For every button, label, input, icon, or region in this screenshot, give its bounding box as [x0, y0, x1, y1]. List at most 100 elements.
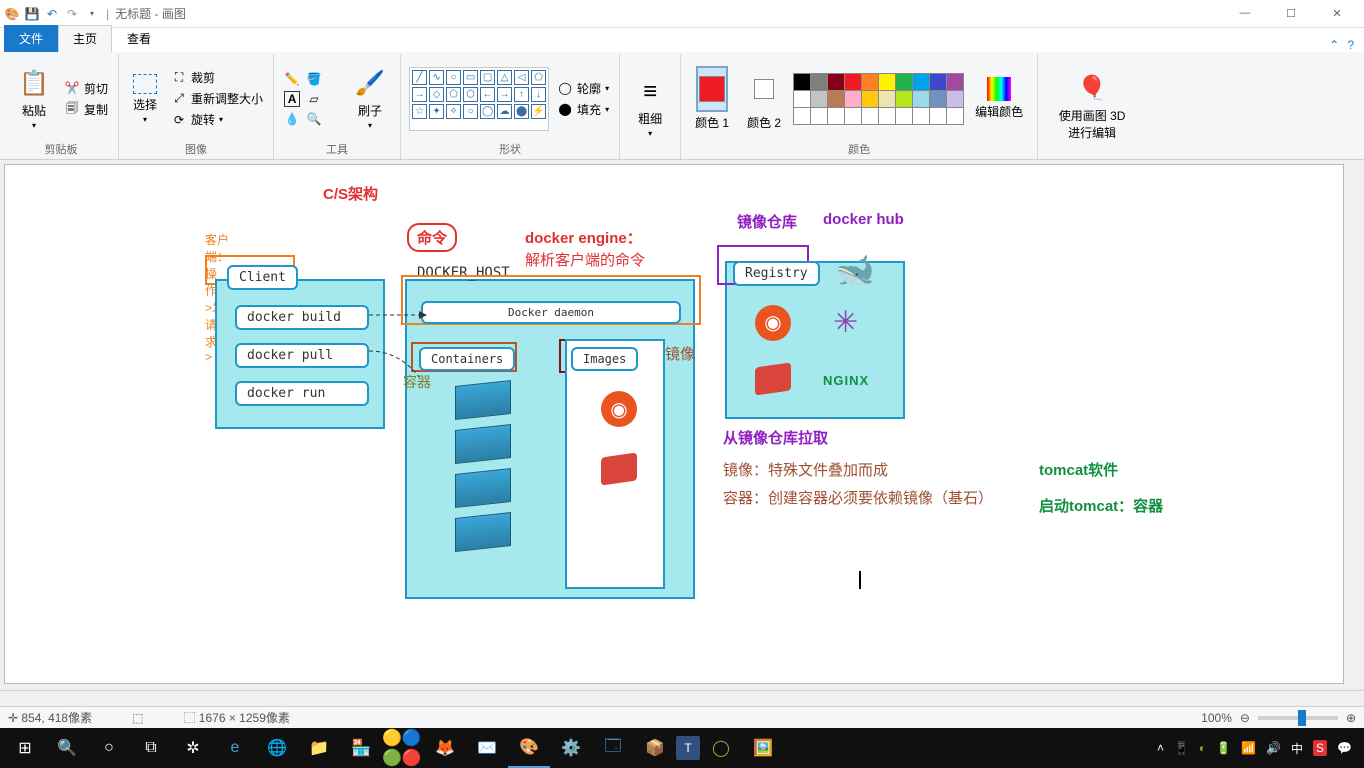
eraser-tool[interactable]: ▱	[304, 90, 324, 108]
canvas[interactable]: C/S架构 客户端：操作--->发请求---> 命令 Client docker…	[4, 164, 1344, 684]
taskbar-app[interactable]: 📦	[634, 728, 676, 768]
taskbar-app[interactable]: 🌐	[256, 728, 298, 768]
cut-button[interactable]: ✂️剪切	[62, 79, 110, 98]
zoom-tool[interactable]: 🔍	[304, 110, 324, 128]
qat-dropdown-icon[interactable]: ▾	[84, 6, 100, 22]
color-swatch-empty[interactable]	[929, 107, 947, 125]
color-swatch[interactable]	[844, 90, 862, 108]
picker-tool[interactable]: 💧	[282, 110, 302, 128]
color-swatch[interactable]	[895, 73, 913, 91]
edit-colors-button[interactable]: 编辑颜色	[969, 75, 1029, 122]
action-center-icon[interactable]: 💬	[1337, 741, 1352, 755]
crop-button[interactable]: ⛶裁剪	[169, 68, 265, 87]
taskbar-app[interactable]: T	[676, 736, 700, 760]
battery-icon[interactable]: 🔋	[1216, 741, 1231, 755]
undo-icon[interactable]: ↶	[44, 6, 60, 22]
minimize-button[interactable]: —	[1222, 7, 1268, 20]
color-swatch[interactable]	[793, 73, 811, 91]
taskbar-app[interactable]: 🗔	[592, 728, 634, 768]
volume-icon[interactable]: 🔊	[1266, 741, 1281, 755]
zoom-out-button[interactable]: ⊖	[1240, 711, 1250, 725]
pencil-tool[interactable]: ✏️	[282, 70, 302, 88]
color-swatch[interactable]	[912, 73, 930, 91]
color-swatch[interactable]	[878, 90, 896, 108]
color-swatch[interactable]	[929, 73, 947, 91]
color-swatch-empty[interactable]	[827, 107, 845, 125]
minimize-ribbon-icon[interactable]: ⌃	[1329, 38, 1339, 52]
taskbar-app[interactable]: ✉️	[466, 728, 508, 768]
taskbar-paint[interactable]: 🎨	[508, 728, 550, 768]
tray-chevron-icon[interactable]: ˄	[1157, 741, 1164, 755]
cortana-button[interactable]: ○	[88, 728, 130, 768]
color-swatch[interactable]	[861, 90, 879, 108]
taskbar-app[interactable]: ✲	[172, 728, 214, 768]
color-swatch[interactable]	[878, 73, 896, 91]
select-button[interactable]: 选择▾	[127, 72, 163, 126]
maximize-button[interactable]: ☐	[1268, 7, 1314, 20]
color1-button[interactable]: 颜色 1	[689, 64, 735, 133]
copy-button[interactable]: 🗐复制	[62, 100, 110, 119]
wifi-icon[interactable]: 📶	[1241, 741, 1256, 755]
color-swatch[interactable]	[861, 73, 879, 91]
tab-view[interactable]: 查看	[112, 25, 166, 52]
color-swatch-empty[interactable]	[912, 107, 930, 125]
color-swatch-empty[interactable]	[878, 107, 896, 125]
ime-icon[interactable]: S	[1313, 740, 1327, 756]
text-tool[interactable]: A	[282, 90, 302, 108]
zoom-slider[interactable]	[1258, 716, 1338, 720]
save-icon[interactable]: 💾	[24, 6, 40, 22]
color-swatch[interactable]	[946, 73, 964, 91]
taskbar-app[interactable]: 🟡🔵🟢🔴	[382, 728, 424, 768]
color-swatch[interactable]	[844, 73, 862, 91]
color-swatch[interactable]	[810, 73, 828, 91]
paste-button[interactable]: 📋粘贴▾	[12, 66, 56, 132]
color-swatch[interactable]	[793, 90, 811, 108]
resize-button[interactable]: ⤢重新调整大小	[169, 89, 265, 108]
taskbar-app[interactable]: 🦊	[424, 728, 466, 768]
fill-tool[interactable]: 🪣	[304, 70, 324, 88]
color-swatch-empty[interactable]	[810, 107, 828, 125]
color-swatch[interactable]	[946, 90, 964, 108]
canvas-area[interactable]: C/S架构 客户端：操作--->发请求---> 命令 Client docker…	[0, 160, 1364, 706]
color-swatch-empty[interactable]	[861, 107, 879, 125]
start-button[interactable]: ⊞	[4, 728, 46, 768]
color-swatch[interactable]	[810, 90, 828, 108]
taskbar-app[interactable]: 🖼️	[742, 728, 784, 768]
brush-button[interactable]: 🖌️刷子▾	[348, 66, 392, 132]
color-swatch-empty[interactable]	[895, 107, 913, 125]
size-button[interactable]: ≡粗细▾	[628, 74, 672, 140]
color-swatch[interactable]	[827, 90, 845, 108]
outline-button[interactable]: ◯轮廓▾	[555, 79, 611, 98]
color-swatch-empty[interactable]	[844, 107, 862, 125]
rotate-button[interactable]: ⟳旋转▾	[169, 110, 265, 129]
help-icon[interactable]: ?	[1347, 38, 1354, 52]
shapes-gallery[interactable]: ╱∿○▭▢△◁⬠ →◇⬠⬡←→↑↓ ☆✦✧○◯☁⬤⚡	[409, 67, 549, 131]
taskbar-app[interactable]: 🏪	[340, 728, 382, 768]
tray-icon[interactable]: 📱	[1174, 741, 1189, 755]
color-swatch[interactable]	[912, 90, 930, 108]
color2-button[interactable]: 颜色 2	[741, 64, 787, 133]
tab-home[interactable]: 主页	[58, 25, 112, 52]
color-palette[interactable]	[793, 73, 963, 124]
system-tray[interactable]: ˄ 📱 ◐ 🔋 📶 🔊 中 S 💬	[1157, 740, 1360, 757]
horizontal-scrollbar[interactable]	[0, 690, 1364, 706]
taskbar-app[interactable]: e	[214, 728, 256, 768]
taskview-button[interactable]: ⧉	[130, 728, 172, 768]
color-swatch-empty[interactable]	[946, 107, 964, 125]
paint3d-button[interactable]: 🎈使用画图 3D 进行编辑	[1046, 71, 1138, 143]
tab-file[interactable]: 文件	[4, 25, 58, 52]
color-swatch-empty[interactable]	[793, 107, 811, 125]
ime-icon[interactable]: 中	[1291, 740, 1303, 757]
tray-icon[interactable]: ◐	[1199, 741, 1206, 755]
color-swatch[interactable]	[929, 90, 947, 108]
taskbar-app[interactable]: ⚙️	[550, 728, 592, 768]
close-button[interactable]: ✕	[1314, 7, 1360, 20]
taskbar-app[interactable]: ◯	[700, 728, 742, 768]
zoom-in-button[interactable]: ⊕	[1346, 711, 1356, 725]
color-swatch[interactable]	[827, 73, 845, 91]
taskbar-app[interactable]: 📁	[298, 728, 340, 768]
redo-icon[interactable]: ↷	[64, 6, 80, 22]
search-button[interactable]: 🔍	[46, 728, 88, 768]
color-swatch[interactable]	[895, 90, 913, 108]
fill-button[interactable]: ⬤填充▾	[555, 100, 611, 119]
